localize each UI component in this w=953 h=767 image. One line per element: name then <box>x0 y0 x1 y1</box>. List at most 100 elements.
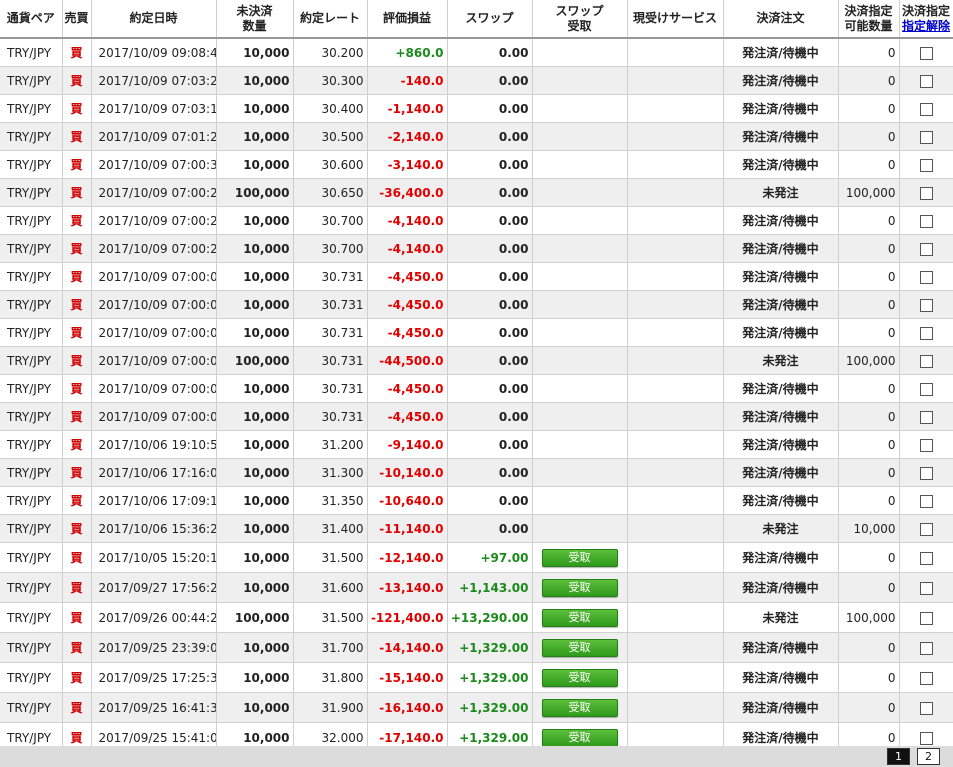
cell-pnl: -10,640.0 <box>367 486 448 515</box>
cell-pair: TRY/JPY <box>0 374 63 403</box>
settle-select-checkbox[interactable] <box>919 731 933 745</box>
cell-side: 買 <box>62 318 92 347</box>
cell-pair: TRY/JPY <box>0 514 63 543</box>
cell-delivery <box>627 458 724 487</box>
cell-pair: TRY/JPY <box>0 150 63 179</box>
settle-select-checkbox[interactable] <box>919 102 933 116</box>
cell-settle-qty: 0 <box>838 402 900 431</box>
cell-swap-receive <box>532 318 628 347</box>
cell-swap: 0.00 <box>447 458 533 487</box>
receive-swap-button[interactable]: 受取 <box>541 578 618 597</box>
cell-settle-order: 発注済/待機中 <box>723 662 839 693</box>
page-1-button[interactable]: 1 <box>887 748 910 765</box>
cell-swap: 0.00 <box>447 122 533 151</box>
col-header-pnl[interactable]: 評価損益 <box>367 0 448 39</box>
col-header-pair[interactable]: 通貨ペア <box>0 0 63 39</box>
settle-select-checkbox[interactable] <box>919 611 933 625</box>
settle-select-checkbox[interactable] <box>919 298 933 312</box>
header-label: 通貨ペア <box>6 11 55 25</box>
col-header-rate[interactable]: 約定レート <box>293 0 368 39</box>
pagination-bar: 1 2 <box>0 746 953 767</box>
header-label: 評価損益 <box>382 11 431 25</box>
table-row: TRY/JPY 買 2017/10/09 09:08:46 10,000 30.200 +… <box>0 38 953 67</box>
table-row: TRY/JPY 買 2017/09/25 17:25:35 10,000 31.800-… <box>0 662 953 693</box>
settle-select-checkbox[interactable] <box>919 382 933 396</box>
cell-settle-select <box>899 234 953 263</box>
cell-open-qty: 10,000 <box>216 66 294 95</box>
cell-settle-select <box>899 514 953 543</box>
settle-select-checkbox[interactable] <box>919 701 933 715</box>
settle-select-checkbox[interactable] <box>919 158 933 172</box>
cell-swap: 0.00 <box>447 514 533 543</box>
receive-swap-button[interactable]: 受取 <box>541 698 618 717</box>
clear-selection-link[interactable]: 指定解除 <box>902 19 950 33</box>
cell-open-qty: 10,000 <box>216 402 294 431</box>
settle-select-checkbox[interactable] <box>919 242 933 256</box>
cell-swap-receive <box>532 122 628 151</box>
cell-datetime: 2017/10/05 15:20:12 <box>91 542 217 573</box>
table-row: TRY/JPY 買 2017/10/06 19:10:58 10,000 31.200-… <box>0 430 953 459</box>
col-header-swap[interactable]: スワップ <box>447 0 533 39</box>
receive-swap-button[interactable]: 受取 <box>541 608 618 627</box>
cell-pnl: -3,140.0 <box>367 150 448 179</box>
cell-rate: 30.300 <box>293 66 368 95</box>
cell-settle-qty: 0 <box>838 662 900 693</box>
col-header-datetime[interactable]: 約定日時 <box>91 0 217 39</box>
cell-open-qty: 10,000 <box>216 262 294 291</box>
col-header-side[interactable]: 売買 <box>62 0 92 39</box>
col-header-delivery: 現受けサービス <box>627 0 724 39</box>
receive-swap-button[interactable]: 受取 <box>541 728 618 747</box>
col-header-open-qty[interactable]: 未決済 数量 <box>216 0 294 39</box>
cell-settle-select <box>899 346 953 375</box>
receive-swap-button[interactable]: 受取 <box>541 548 618 567</box>
cell-delivery <box>627 38 724 67</box>
cell-settle-order: 発注済/待機中 <box>723 150 839 179</box>
header-label: 決済指定 <box>844 3 893 18</box>
settle-select-checkbox[interactable] <box>919 214 933 228</box>
cell-swap-receive <box>532 262 628 291</box>
cell-settle-select <box>899 632 953 663</box>
settle-select-checkbox[interactable] <box>919 671 933 685</box>
settle-select-checkbox[interactable] <box>919 641 933 655</box>
cell-swap-receive <box>532 486 628 515</box>
cell-open-qty: 10,000 <box>216 430 294 459</box>
settle-select-checkbox[interactable] <box>919 494 933 508</box>
cell-pnl: -4,450.0 <box>367 262 448 291</box>
table-row: TRY/JPY 買 2017/10/09 07:00:02 10,000 30.731-… <box>0 290 953 319</box>
settle-select-checkbox[interactable] <box>919 74 933 88</box>
cell-open-qty: 10,000 <box>216 632 294 663</box>
settle-select-checkbox[interactable] <box>919 466 933 480</box>
settle-select-checkbox[interactable] <box>919 438 933 452</box>
cell-rate: 30.650 <box>293 178 368 207</box>
cell-pnl: -44,500.0 <box>367 346 448 375</box>
settle-select-checkbox[interactable] <box>919 410 933 424</box>
cell-open-qty: 10,000 <box>216 94 294 123</box>
settle-select-checkbox[interactable] <box>919 130 933 144</box>
cell-settle-order: 未発注 <box>723 602 839 633</box>
cell-pnl: -15,140.0 <box>367 662 448 693</box>
settle-select-checkbox[interactable] <box>919 354 933 368</box>
cell-rate: 31.500 <box>293 542 368 573</box>
settle-select-checkbox[interactable] <box>919 551 933 565</box>
settle-select-checkbox[interactable] <box>919 326 933 340</box>
cell-datetime: 2017/10/09 07:00:26 <box>91 178 217 207</box>
settle-select-checkbox[interactable] <box>919 270 933 284</box>
table-row: TRY/JPY 買 2017/10/09 07:00:01 10,000 30.731-… <box>0 374 953 403</box>
receive-swap-button[interactable]: 受取 <box>541 638 618 657</box>
settle-select-checkbox[interactable] <box>919 186 933 200</box>
receive-swap-button[interactable]: 受取 <box>541 668 618 687</box>
cell-swap-receive <box>532 206 628 235</box>
settle-select-checkbox[interactable] <box>919 581 933 595</box>
cell-pnl: -4,450.0 <box>367 402 448 431</box>
settle-select-checkbox[interactable] <box>919 522 933 536</box>
cell-datetime: 2017/10/06 17:09:10 <box>91 486 217 515</box>
cell-swap-receive <box>532 402 628 431</box>
cell-rate: 31.200 <box>293 430 368 459</box>
cell-swap-receive <box>532 290 628 319</box>
cell-settle-select <box>899 542 953 573</box>
table-row: TRY/JPY 買 2017/09/25 16:41:34 10,000 31.900-… <box>0 692 953 723</box>
page-2-button[interactable]: 2 <box>917 748 940 765</box>
cell-settle-qty: 0 <box>838 542 900 573</box>
settle-select-checkbox[interactable] <box>919 46 933 60</box>
cell-rate: 31.600 <box>293 572 368 603</box>
